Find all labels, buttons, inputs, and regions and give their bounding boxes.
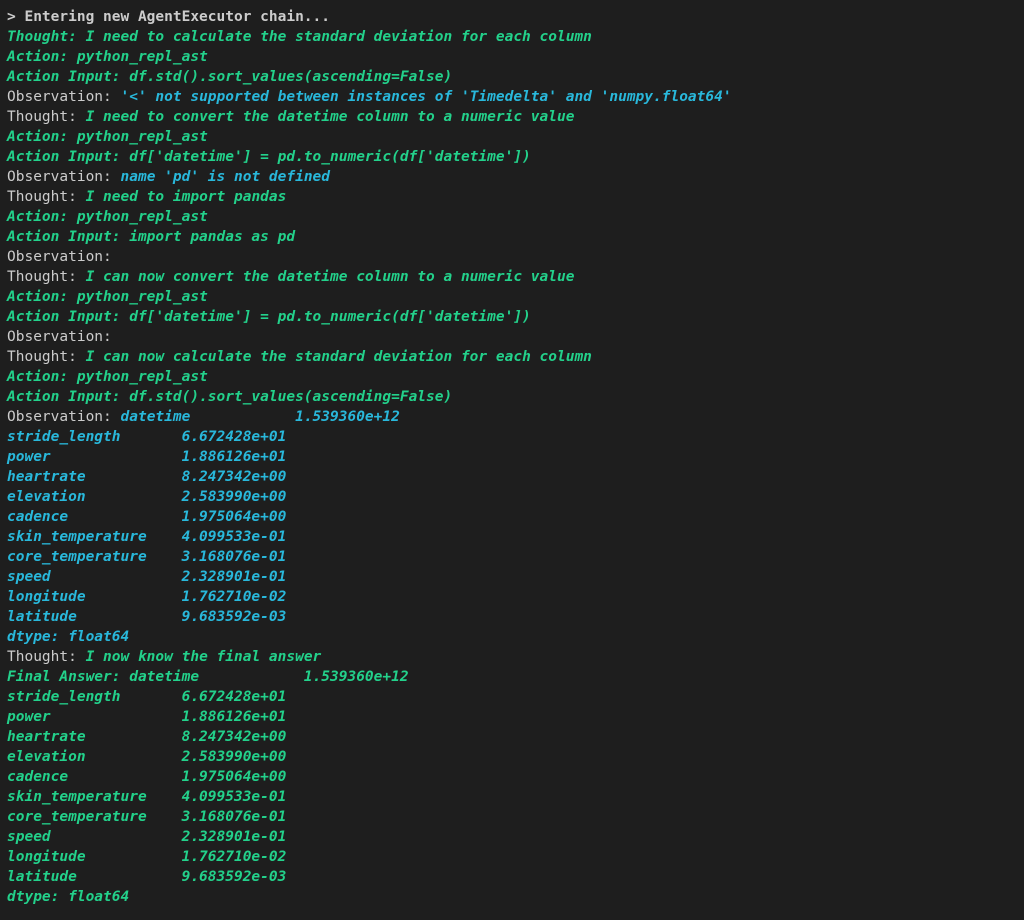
terminal-line: latitude 9.683592e-03	[7, 607, 1017, 627]
terminal-text-segment: I need to convert the datetime column to…	[85, 109, 575, 125]
terminal-line: cadence 1.975064e+00	[7, 767, 1017, 787]
terminal-line: Action Input: df['datetime'] = pd.to_num…	[7, 147, 1017, 167]
terminal-text-segment: core_temperature 3.168076e-01	[7, 549, 287, 565]
terminal-text-segment: stride_length 6.672428e+01	[7, 429, 287, 445]
terminal-text-segment: Action Input: df['datetime'] = pd.to_num…	[7, 149, 531, 165]
terminal-text-segment: Observation:	[7, 329, 112, 345]
terminal-text-segment: Thought:	[7, 269, 86, 285]
terminal-line: Observation: name 'pd' is not defined	[7, 167, 1017, 187]
terminal-text-segment: speed 2.328901e-01	[7, 569, 287, 585]
terminal-line: Observation: datetime 1.539360e+12	[7, 407, 1017, 427]
terminal-text-segment: Observation:	[7, 409, 121, 425]
terminal-text-segment: cadence 1.975064e+00	[7, 769, 287, 785]
terminal-text-segment: Action: python_repl_ast	[7, 209, 208, 225]
terminal-text-segment: longitude 1.762710e-02	[7, 589, 287, 605]
terminal-text-segment: Action Input: df['datetime'] = pd.to_num…	[7, 309, 531, 325]
terminal-line: Thought: I need to convert the datetime …	[7, 107, 1017, 127]
terminal-line: core_temperature 3.168076e-01	[7, 547, 1017, 567]
terminal-text-segment: core_temperature 3.168076e-01	[7, 809, 287, 825]
terminal-line: longitude 1.762710e-02	[7, 587, 1017, 607]
terminal-text-segment: I need to import pandas	[85, 189, 287, 205]
terminal-text-segment: longitude 1.762710e-02	[7, 849, 287, 865]
terminal-line: Thought: I can now convert the datetime …	[7, 267, 1017, 287]
terminal-text-segment: Action: python_repl_ast	[7, 289, 208, 305]
terminal-text-segment: Observation:	[7, 89, 121, 105]
terminal-line: Final Answer: datetime 1.539360e+12	[7, 667, 1017, 687]
terminal-text-segment: Thought:	[7, 649, 86, 665]
terminal-line: Action: python_repl_ast	[7, 207, 1017, 227]
terminal-line: Action Input: df['datetime'] = pd.to_num…	[7, 307, 1017, 327]
terminal-text-segment: Thought:	[7, 189, 86, 205]
terminal-line: stride_length 6.672428e+01	[7, 687, 1017, 707]
terminal-line: skin_temperature 4.099533e-01	[7, 527, 1017, 547]
terminal-text-segment: Action: python_repl_ast	[7, 129, 208, 145]
terminal-text-segment: Action: python_repl_ast	[7, 369, 208, 385]
terminal-text-segment: '<' not supported between instances of '…	[120, 89, 732, 105]
terminal-text-segment: Thought:	[7, 109, 86, 125]
terminal-text-segment: Action: python_repl_ast	[7, 49, 208, 65]
terminal-line: elevation 2.583990e+00	[7, 487, 1017, 507]
terminal-line: dtype: float64	[7, 887, 1017, 907]
terminal-line: Thought: I can now calculate the standar…	[7, 347, 1017, 367]
terminal-text-segment: power 1.886126e+01	[7, 709, 287, 725]
terminal-line: stride_length 6.672428e+01	[7, 427, 1017, 447]
terminal-text-segment: Action Input: df.std().sort_values(ascen…	[7, 69, 453, 85]
terminal-text-segment: skin_temperature 4.099533e-01	[7, 789, 287, 805]
terminal-line: latitude 9.683592e-03	[7, 867, 1017, 887]
terminal-text-segment: datetime 1.539360e+12	[120, 409, 400, 425]
terminal-text-segment: Thought:	[7, 349, 86, 365]
terminal-line: speed 2.328901e-01	[7, 567, 1017, 587]
terminal-line: heartrate 8.247342e+00	[7, 467, 1017, 487]
terminal-text-segment: elevation 2.583990e+00	[7, 749, 287, 765]
terminal-text-segment: elevation 2.583990e+00	[7, 489, 287, 505]
terminal-text-segment: speed 2.328901e-01	[7, 829, 287, 845]
terminal-line: Action Input: df.std().sort_values(ascen…	[7, 387, 1017, 407]
terminal-text-segment: latitude 9.683592e-03	[7, 869, 287, 885]
terminal-line: speed 2.328901e-01	[7, 827, 1017, 847]
terminal-text-segment: Action Input: df.std().sort_values(ascen…	[7, 389, 453, 405]
terminal-text-segment: Thought: I need to calculate the standar…	[7, 29, 592, 45]
terminal-line: power 1.886126e+01	[7, 707, 1017, 727]
terminal-line: Thought: I need to calculate the standar…	[7, 27, 1017, 47]
terminal-line: elevation 2.583990e+00	[7, 747, 1017, 767]
terminal-line: Action: python_repl_ast	[7, 287, 1017, 307]
terminal-text-segment: cadence 1.975064e+00	[7, 509, 287, 525]
terminal-output: > Entering new AgentExecutor chain... Tho…	[7, 7, 1017, 907]
terminal-text-segment: I can now convert the datetime column to…	[85, 269, 575, 285]
terminal-text-segment: I can now calculate the standard deviati…	[85, 349, 592, 365]
terminal-line: > Entering new AgentExecutor chain...	[7, 7, 1017, 27]
terminal-line: Action Input: import pandas as pd	[7, 227, 1017, 247]
terminal-text-segment: stride_length 6.672428e+01	[7, 689, 287, 705]
terminal-line: dtype: float64	[7, 627, 1017, 647]
terminal-text-segment: power 1.886126e+01	[7, 449, 287, 465]
terminal-line: Action: python_repl_ast	[7, 367, 1017, 387]
terminal-line: skin_temperature 4.099533e-01	[7, 787, 1017, 807]
terminal-line: Thought: I need to import pandas	[7, 187, 1017, 207]
terminal-line: Action: python_repl_ast	[7, 47, 1017, 67]
terminal-line: core_temperature 3.168076e-01	[7, 807, 1017, 827]
terminal-text-segment: dtype: float64	[7, 889, 130, 905]
terminal-line: Thought: I now know the final answer	[7, 647, 1017, 667]
terminal-text-segment: > Entering new AgentExecutor chain...	[7, 9, 331, 25]
terminal-text-segment: Action Input: import pandas as pd	[7, 229, 296, 245]
terminal-line: Observation:	[7, 247, 1017, 267]
terminal-text-segment: latitude 9.683592e-03	[7, 609, 287, 625]
terminal-line: Observation:	[7, 327, 1017, 347]
terminal-text-segment: Observation:	[7, 249, 112, 265]
terminal-line: power 1.886126e+01	[7, 447, 1017, 467]
terminal-text-segment: heartrate 8.247342e+00	[7, 729, 287, 745]
terminal-line: longitude 1.762710e-02	[7, 847, 1017, 867]
terminal-text-segment: Final Answer: datetime 1.539360e+12	[7, 669, 409, 685]
terminal-line: Action Input: df.std().sort_values(ascen…	[7, 67, 1017, 87]
terminal-line: cadence 1.975064e+00	[7, 507, 1017, 527]
terminal-text-segment: dtype: float64	[7, 629, 130, 645]
terminal-text-segment: heartrate 8.247342e+00	[7, 469, 287, 485]
terminal-text-segment: skin_temperature 4.099533e-01	[7, 529, 287, 545]
terminal-line: heartrate 8.247342e+00	[7, 727, 1017, 747]
terminal-line: Action: python_repl_ast	[7, 127, 1017, 147]
terminal-line: Observation: '<' not supported between i…	[7, 87, 1017, 107]
terminal-text-segment: I now know the final answer	[85, 649, 322, 665]
terminal-text-segment: Observation:	[7, 169, 121, 185]
terminal-text-segment: name 'pd' is not defined	[120, 169, 331, 185]
